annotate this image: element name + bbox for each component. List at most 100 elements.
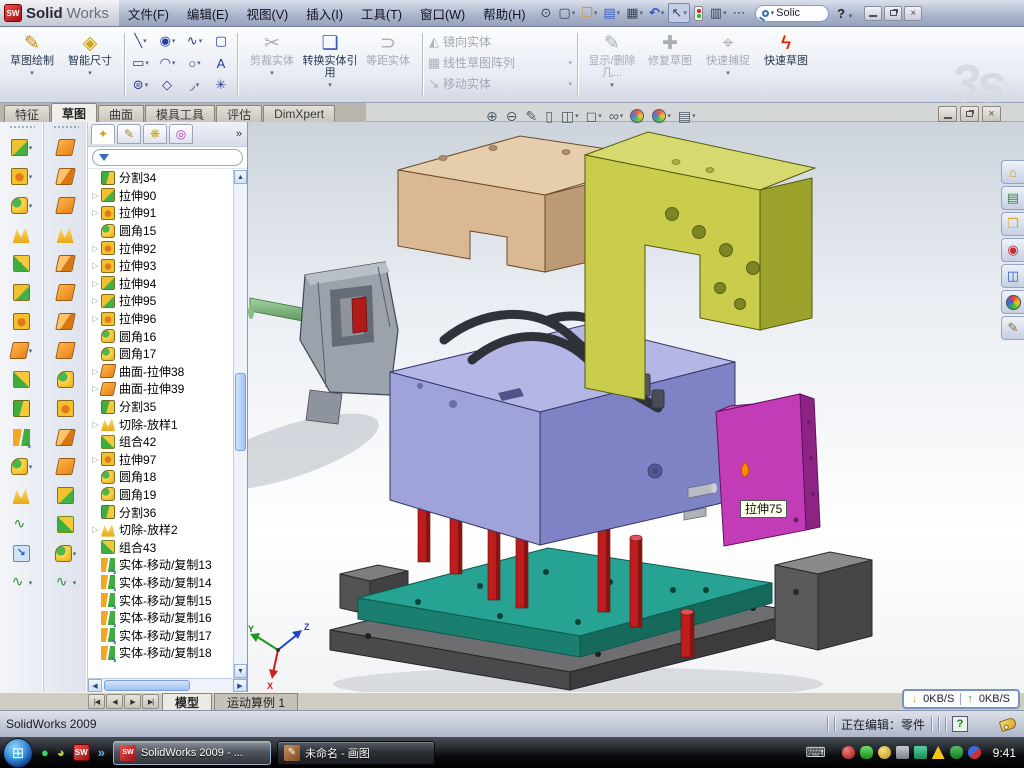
menu-item[interactable]: 工具(T) (352, 4, 411, 23)
toolbar-button[interactable] (57, 423, 75, 452)
view-tool-button[interactable]: ▤▾ (678, 108, 696, 125)
feature-tree-item[interactable]: 圆角17 (90, 345, 247, 363)
doc-close-button[interactable]: × (982, 106, 1001, 122)
feature-tree-item[interactable]: 圆角15 (90, 222, 247, 240)
feature-tree-item[interactable]: ▷ 拉伸94 (90, 275, 247, 293)
command-tab[interactable]: 特征 (4, 105, 50, 122)
expand-arrow-icon[interactable]: ▷ (90, 455, 101, 464)
sketch-entity-button[interactable]: A (208, 52, 235, 74)
tree-vertical-scrollbar[interactable]: ▲ ▼ (233, 170, 247, 678)
feature-tree-item[interactable]: 圆角16 (90, 327, 247, 345)
feature-tree-item[interactable]: ▷ 切除-放样2 (90, 521, 247, 539)
start-button[interactable]: ⊞ (3, 738, 33, 768)
feature-tree-item[interactable]: ▷ 拉伸93 (90, 257, 247, 275)
toolbar-button[interactable] (57, 278, 75, 307)
expand-arrow-icon[interactable]: ▷ (90, 279, 101, 288)
toolbar-button[interactable]: ▾ (11, 191, 33, 220)
filter-input[interactable] (92, 149, 243, 166)
sketch-entity-button[interactable]: ✳ (208, 74, 235, 96)
sketch-entity-button[interactable]: ◞▾ (181, 74, 208, 96)
task-pane-tab[interactable] (1001, 290, 1024, 314)
help-button[interactable]: ? ▾ (837, 6, 852, 21)
tray-icon[interactable] (860, 746, 873, 759)
feature-tree-item[interactable]: 实体-移动/复制15 (90, 591, 247, 609)
quick-tool-button[interactable]: ↖▾ (668, 3, 689, 23)
feature-tree-item[interactable]: ▷ 曲面-拉伸38 (90, 363, 247, 381)
command-button[interactable]: ◈智能尺寸▾ (61, 31, 119, 97)
tray-icon[interactable] (932, 746, 945, 759)
expand-arrow-icon[interactable]: ▷ (90, 261, 101, 270)
feature-tree-item[interactable]: 实体-移动/复制13 (90, 556, 247, 574)
sketch-entity-button[interactable]: ◠▾ (154, 52, 181, 74)
graphics-area[interactable]: Y Z X 拉伸75 ⌂▤❒◉◫✎ (248, 122, 1024, 692)
quick-tips-icon[interactable]: ? (952, 716, 968, 732)
doc-minimize-button[interactable] (938, 106, 957, 122)
sketch-entity-button[interactable]: ∿▾ (181, 30, 208, 52)
view-tool-button[interactable]: ▾ (652, 109, 671, 123)
feature-tree-item[interactable]: 组合42 (90, 433, 247, 451)
sketch-entity-button[interactable]: ▢ (208, 30, 235, 52)
feature-tree-item[interactable]: 分割35 (90, 398, 247, 416)
task-pane-tab[interactable]: ⌂ (1001, 160, 1024, 184)
toolbar-button[interactable] (57, 394, 75, 423)
menu-item[interactable]: 插入(I) (297, 4, 352, 23)
expand-arrow-icon[interactable]: ▷ (90, 314, 101, 323)
feature-tree-item[interactable]: 分割36 (90, 503, 247, 521)
task-pane-tab[interactable]: ◫ (1001, 264, 1024, 288)
scroll-down-arrow[interactable]: ▼ (234, 664, 247, 678)
scroll-left-arrow[interactable]: ◀ (88, 679, 102, 692)
toolbar-button[interactable]: ▾ (11, 162, 33, 191)
toolbar-button[interactable] (57, 249, 75, 278)
quick-launch-icon[interactable]: SW (73, 744, 90, 761)
command-button[interactable]: ✚修复草图 (641, 31, 699, 97)
feature-tree-item[interactable]: ▷ 拉伸96 (90, 310, 247, 328)
quick-launch-chevron-icon[interactable]: » (98, 745, 105, 760)
toolbar-button[interactable] (57, 452, 75, 481)
toolbar-button[interactable]: ▾ (11, 336, 33, 365)
toolbar-button[interactable] (57, 162, 75, 191)
command-button[interactable]: ↘移动实体▾ (425, 73, 575, 94)
taskbar-clock[interactable]: 9:41 (993, 746, 1016, 760)
view-tool-button[interactable]: ◻▾ (586, 108, 602, 125)
tree-horizontal-scrollbar[interactable]: ◀ ▶ (88, 678, 247, 692)
expand-arrow-icon[interactable]: ▷ (90, 420, 101, 429)
view-tool-button[interactable]: ⊖ (506, 108, 519, 125)
quick-tool-button[interactable]: ⊙ (538, 3, 554, 23)
scroll-right-arrow[interactable]: ▶ (233, 679, 247, 692)
manager-tab[interactable]: ✎ (117, 124, 141, 144)
toolbar-button[interactable]: ▾ (55, 539, 77, 568)
feature-tree-item[interactable]: ▷ 拉伸97 (90, 451, 247, 469)
toolbar-button[interactable]: ▾ (11, 452, 33, 481)
view-tool-button[interactable]: ⊕ (486, 108, 499, 125)
command-tab[interactable]: 模具工具 (145, 105, 215, 122)
scroll-up-arrow[interactable]: ▲ (234, 170, 247, 184)
panel-chevron-icon[interactable]: » (236, 128, 244, 140)
toolbar-button[interactable] (13, 220, 31, 249)
toolbar-button[interactable] (13, 278, 31, 307)
toolbar-button[interactable] (57, 133, 75, 162)
feature-tree-item[interactable]: 实体-移动/复制16 (90, 609, 247, 627)
sketch-entity-button[interactable]: ▭▾ (127, 52, 154, 74)
task-pane-tab[interactable]: ▤ (1001, 186, 1024, 210)
scrollbar-thumb[interactable] (235, 373, 246, 451)
tag-icon[interactable] (999, 716, 1018, 731)
quick-tool-button[interactable]: ▢▾ (556, 3, 577, 23)
command-button[interactable]: ✎显示/删除几...▾ (583, 31, 641, 97)
task-pane-tab[interactable]: ❒ (1001, 212, 1024, 236)
manager-tab[interactable]: ✦ (91, 124, 115, 144)
network-speed-widget[interactable]: ↓ 0KB/S ↑ 0KB/S (902, 689, 1020, 709)
sketch-entity-button[interactable]: ╲▾ (127, 30, 154, 52)
menu-item[interactable]: 窗口(W) (411, 4, 474, 23)
quick-tool-button[interactable]: ⋯ (731, 3, 749, 23)
command-tab[interactable]: DimXpert (263, 105, 335, 122)
toolbar-button[interactable] (57, 510, 75, 539)
view-tool-button[interactable]: ∞▾ (609, 108, 624, 124)
task-pane-tab[interactable]: ◉ (1001, 238, 1024, 262)
toolbar-button[interactable] (13, 307, 31, 336)
toolbar-button[interactable]: ▾ (11, 568, 33, 597)
feature-tree-item[interactable]: ▷ 拉伸91 (90, 204, 247, 222)
toolbar-button[interactable] (57, 307, 75, 336)
expand-arrow-icon[interactable]: ▷ (90, 244, 101, 253)
tray-icon[interactable] (896, 746, 909, 759)
sketch-entity-button[interactable]: ○▾ (181, 52, 208, 74)
